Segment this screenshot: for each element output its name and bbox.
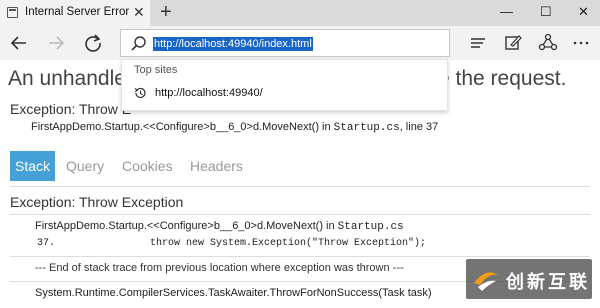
back-arrow-icon[interactable] bbox=[7, 31, 31, 55]
watermark-logo-icon bbox=[474, 272, 498, 291]
tab-stack[interactable]: Stack bbox=[10, 151, 56, 181]
error-heading-right: e the request. bbox=[438, 67, 567, 90]
address-bar[interactable]: http://localhost:49940/index.html bbox=[120, 29, 450, 57]
top-sites-heading: Top sites bbox=[134, 64, 178, 76]
search-icon bbox=[131, 36, 146, 51]
error-heading-left: An unhandled bbox=[8, 67, 138, 90]
tabs-divider bbox=[10, 186, 590, 187]
more-icon[interactable] bbox=[569, 31, 593, 55]
error-tabs: Stack Query Cookies Headers bbox=[10, 151, 590, 181]
minimize-button[interactable]: — bbox=[500, 2, 513, 22]
tab-title: Internal Server Error bbox=[25, 6, 130, 18]
tab-headers[interactable]: Headers bbox=[190, 151, 243, 181]
watermark-text: 创新互联 bbox=[506, 272, 590, 292]
stack-frame-method: FirstAppDemo.Startup.<<Configure>b__6_0>… bbox=[35, 220, 338, 232]
stack-frame-file: Startup.cs bbox=[337, 221, 404, 233]
stack-separator: --- End of stack trace from previous loc… bbox=[35, 262, 404, 274]
tab-bar: Internal Server Error ✕ + — ☐ ✕ bbox=[0, 0, 600, 26]
code-line-number: 37. bbox=[37, 238, 56, 249]
tab-cookies[interactable]: Cookies bbox=[122, 151, 173, 181]
browser-tab[interactable]: Internal Server Error ✕ bbox=[0, 0, 150, 26]
maximize-button[interactable]: ☐ bbox=[540, 2, 552, 22]
address-suggestions-dropdown: Top sites http://localhost:49940/ bbox=[121, 59, 448, 111]
refresh-icon[interactable] bbox=[81, 31, 105, 55]
address-url[interactable]: http://localhost:49940/index.html bbox=[153, 37, 313, 51]
watermark: 创新互联 bbox=[466, 259, 592, 299]
stack-rule bbox=[10, 256, 590, 257]
stack-rule bbox=[10, 214, 590, 215]
close-window-button[interactable]: ✕ bbox=[578, 2, 589, 22]
forward-arrow-icon[interactable] bbox=[44, 31, 68, 55]
stack-exception-title: Exception: Throw Exception bbox=[10, 194, 184, 210]
exception-method: FirstAppDemo.Startup.<<Configure>b__6_0>… bbox=[31, 121, 334, 133]
tab-query[interactable]: Query bbox=[66, 151, 104, 181]
exception-file: Startup.cs bbox=[333, 122, 400, 134]
reading-list-icon[interactable] bbox=[466, 31, 490, 55]
history-icon bbox=[134, 87, 146, 99]
code-line: throw new System.Exception("Throw Except… bbox=[150, 238, 427, 249]
page-favicon-icon bbox=[7, 7, 18, 18]
new-tab-button[interactable]: + bbox=[160, 2, 172, 22]
stack-frame: System.Runtime.CompilerServices.TaskAwai… bbox=[35, 287, 432, 299]
navigation-bar: http://localhost:49940/index.html bbox=[0, 26, 600, 60]
web-note-icon[interactable] bbox=[501, 31, 525, 55]
tab-close-button[interactable]: ✕ bbox=[133, 4, 145, 20]
exception-title: Exception: Throw E bbox=[10, 101, 132, 117]
share-icon[interactable] bbox=[536, 31, 560, 55]
suggestion-item[interactable]: http://localhost:49940/ bbox=[155, 87, 263, 99]
stack-frame: FirstAppDemo.Startup.<<Configure>b__6_0>… bbox=[35, 220, 404, 233]
exception-location: FirstAppDemo.Startup.<<Configure>b__6_0>… bbox=[31, 121, 438, 134]
exception-line: , line 37 bbox=[399, 121, 439, 133]
